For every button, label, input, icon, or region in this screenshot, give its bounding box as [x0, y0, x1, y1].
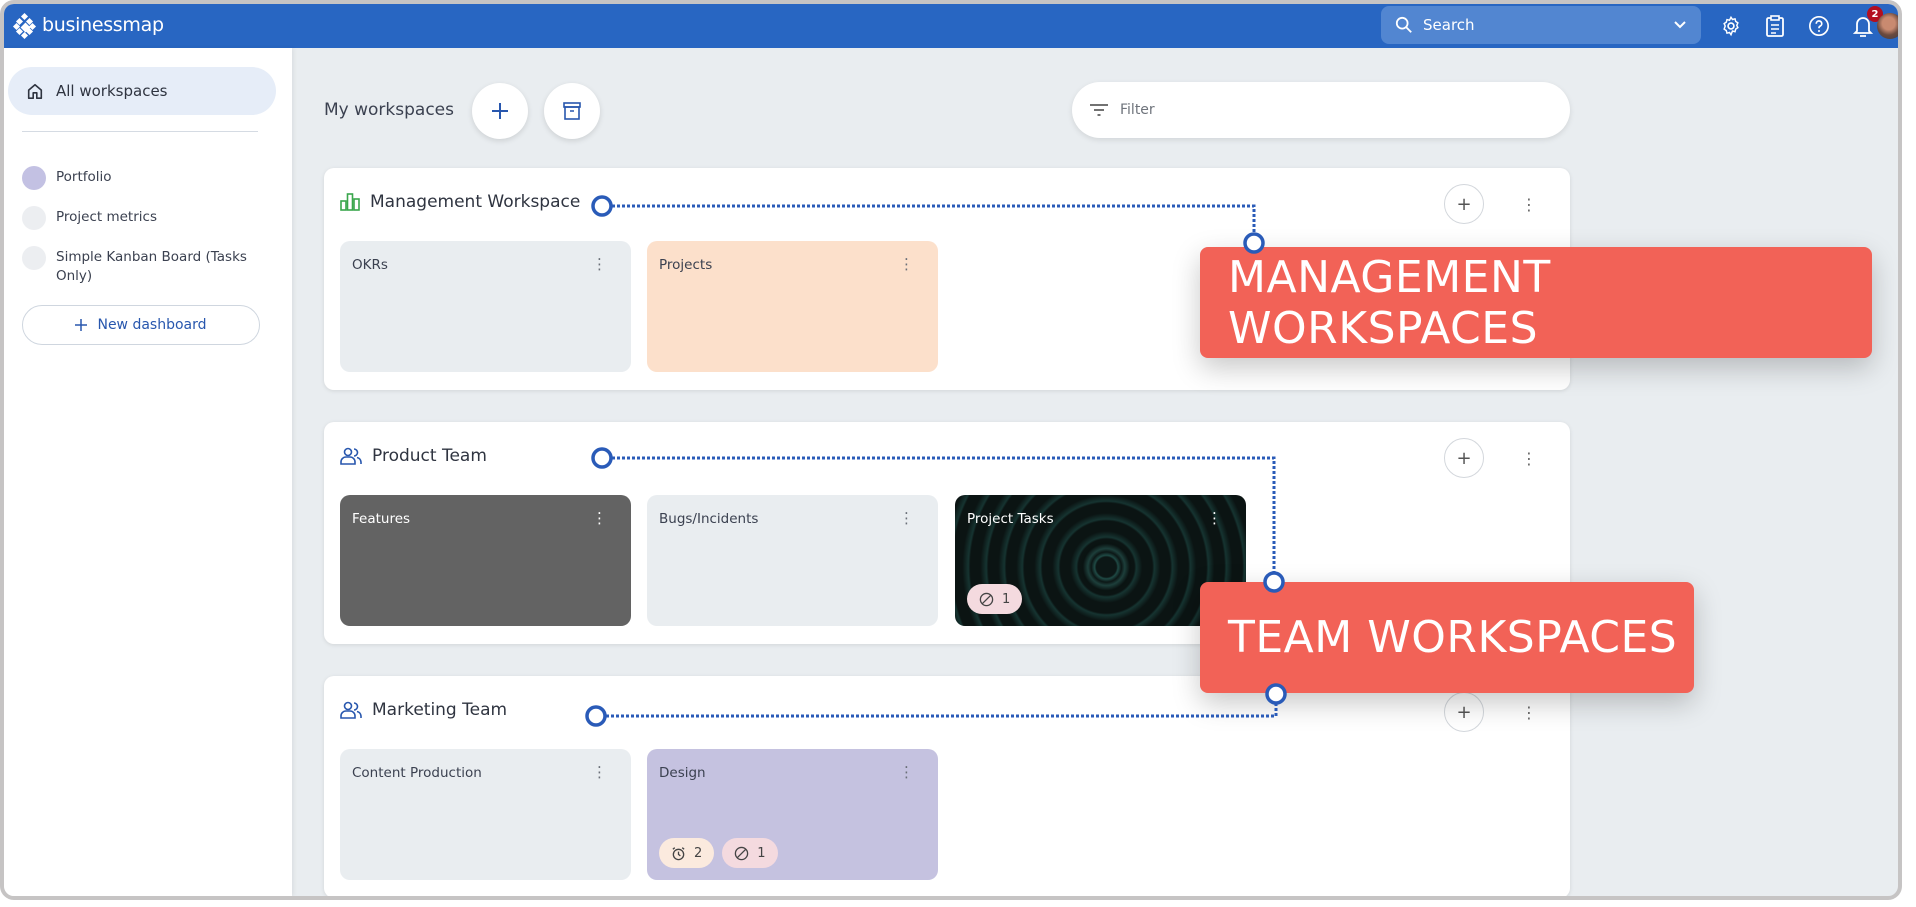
new-dashboard-label: New dashboard	[97, 317, 207, 333]
businessmap-logo-icon	[12, 12, 37, 40]
board-name: Project Tasks	[967, 511, 1054, 527]
gear-icon	[1723, 15, 1739, 37]
board-name: Design	[659, 765, 706, 781]
board-name: Features	[352, 511, 411, 527]
board-tile-okrs[interactable]: OKRs ⋮	[340, 241, 631, 372]
new-dashboard-button[interactable]: New dashboard	[22, 305, 260, 345]
overdue-count: 2	[694, 845, 703, 861]
board-tile-design[interactable]: Design ⋮ 2 1	[647, 749, 938, 880]
plus-icon: +	[1456, 701, 1472, 723]
board-tile-projects[interactable]: Projects ⋮	[647, 241, 938, 372]
home-icon	[27, 83, 43, 100]
kebab-menu-icon: ⋮	[1521, 448, 1537, 468]
clipboard-button[interactable]	[1763, 14, 1787, 38]
alarm-clock-icon	[672, 846, 685, 860]
sidebar-divider	[22, 131, 258, 132]
notifications-button[interactable]: 2	[1851, 6, 1883, 38]
dashboard-label: Project metrics	[56, 209, 157, 225]
blocked-icon	[735, 846, 749, 860]
sidebar-dashboard-portfolio[interactable]: Portfolio	[22, 166, 256, 190]
overdue-badge[interactable]: 2	[659, 838, 715, 868]
page-title: My workspaces	[324, 100, 454, 120]
workspace-card-marketing-team: Marketing Team + ⋮ Content Production ⋮ …	[324, 676, 1570, 896]
workspace-more-button[interactable]: ⋮	[1521, 192, 1537, 216]
plus-icon: +	[1456, 193, 1472, 215]
filter-icon	[1090, 104, 1108, 116]
callout-text: MANAGEMENT WORKSPACES	[1228, 251, 1551, 354]
kebab-menu-icon[interactable]: ⋮	[899, 763, 914, 781]
blocked-count: 1	[1002, 591, 1011, 607]
blocked-icon	[979, 592, 994, 606]
plus-icon: +	[1456, 447, 1472, 469]
dashboard-color-dot	[22, 246, 46, 270]
sidebar-item-all-workspaces[interactable]: All workspaces	[8, 67, 276, 115]
workspace-name: Management Workspace	[370, 192, 581, 212]
add-board-button[interactable]: +	[1444, 184, 1484, 224]
workspace-header[interactable]: Product Team	[340, 446, 487, 466]
help-icon	[1809, 16, 1829, 36]
workspace-more-button[interactable]: ⋮	[1521, 446, 1537, 470]
add-workspace-button[interactable]	[472, 83, 528, 139]
archive-button[interactable]	[544, 83, 600, 139]
board-name: Bugs/Incidents	[659, 511, 759, 527]
blocked-badge[interactable]: 1	[967, 584, 1023, 614]
workspace-header[interactable]: Marketing Team	[340, 700, 507, 720]
kebab-menu-icon[interactable]: ⋮	[1207, 509, 1222, 527]
help-button[interactable]	[1807, 14, 1831, 38]
filter-input[interactable]	[1120, 102, 1520, 118]
kebab-menu-icon: ⋮	[1521, 702, 1537, 722]
brand-logo[interactable]: businessmap	[12, 12, 164, 40]
plus-icon	[492, 103, 508, 119]
blocked-badge[interactable]: 1	[722, 838, 778, 868]
dashboard-label: Portfolio	[56, 169, 112, 185]
board-tile-content-production[interactable]: Content Production ⋮	[340, 749, 631, 880]
workspace-name: Product Team	[372, 446, 487, 466]
dashboard-label: Simple Kanban Board (Tasks Only)	[56, 249, 247, 284]
add-board-button[interactable]: +	[1444, 692, 1484, 732]
sidebar-item-label: All workspaces	[56, 82, 168, 100]
dashboard-color-dot	[22, 206, 46, 230]
kebab-menu-icon[interactable]: ⋮	[899, 509, 914, 527]
sidebar: All workspaces Portfolio Project metrics…	[4, 48, 292, 896]
board-tile-features[interactable]: Features ⋮	[340, 495, 631, 626]
team-icon	[340, 701, 362, 719]
board-name: Content Production	[352, 765, 482, 781]
kebab-menu-icon[interactable]: ⋮	[592, 763, 607, 781]
add-board-button[interactable]: +	[1444, 438, 1484, 478]
clipboard-icon	[1766, 15, 1784, 37]
callout-text: TEAM WORKSPACES	[1228, 612, 1678, 663]
kebab-menu-icon[interactable]: ⋮	[592, 255, 607, 273]
team-icon	[340, 447, 362, 465]
brand-name: businessmap	[42, 14, 164, 36]
top-bar: businessmap Search 2	[4, 4, 1898, 48]
workspace-header[interactable]: Management Workspace	[340, 192, 580, 212]
kebab-menu-icon[interactable]: ⋮	[592, 509, 607, 527]
blocked-count: 1	[757, 845, 766, 861]
sidebar-dashboard-simple-kanban[interactable]: Simple Kanban Board (Tasks Only)	[22, 246, 256, 286]
callout-management-workspaces: MANAGEMENT WORKSPACES	[1200, 247, 1872, 358]
app-window: businessmap Search 2 All workspaces Port…	[0, 0, 1902, 900]
search-placeholder: Search	[1423, 16, 1475, 34]
board-name: OKRs	[352, 257, 388, 273]
search-icon	[1395, 16, 1412, 33]
sidebar-dashboard-project-metrics[interactable]: Project metrics	[22, 206, 256, 230]
user-avatar[interactable]	[1877, 13, 1898, 39]
kebab-menu-icon[interactable]: ⋮	[899, 255, 914, 273]
dashboard-color-dot	[22, 166, 46, 190]
archive-icon	[563, 102, 581, 120]
board-name: Projects	[659, 257, 713, 273]
management-workspace-icon	[340, 193, 360, 211]
workspace-name: Marketing Team	[372, 700, 508, 720]
settings-button[interactable]	[1719, 14, 1743, 38]
workspace-more-button[interactable]: ⋮	[1521, 700, 1537, 724]
board-tile-bugs-incidents[interactable]: Bugs/Incidents ⋮	[647, 495, 938, 626]
chevron-down-icon[interactable]	[1673, 18, 1687, 32]
filter-field[interactable]	[1072, 82, 1570, 138]
search-box[interactable]: Search	[1381, 6, 1701, 44]
plus-icon	[75, 319, 88, 331]
callout-team-workspaces: TEAM WORKSPACES	[1200, 582, 1694, 693]
kebab-menu-icon: ⋮	[1521, 194, 1537, 214]
